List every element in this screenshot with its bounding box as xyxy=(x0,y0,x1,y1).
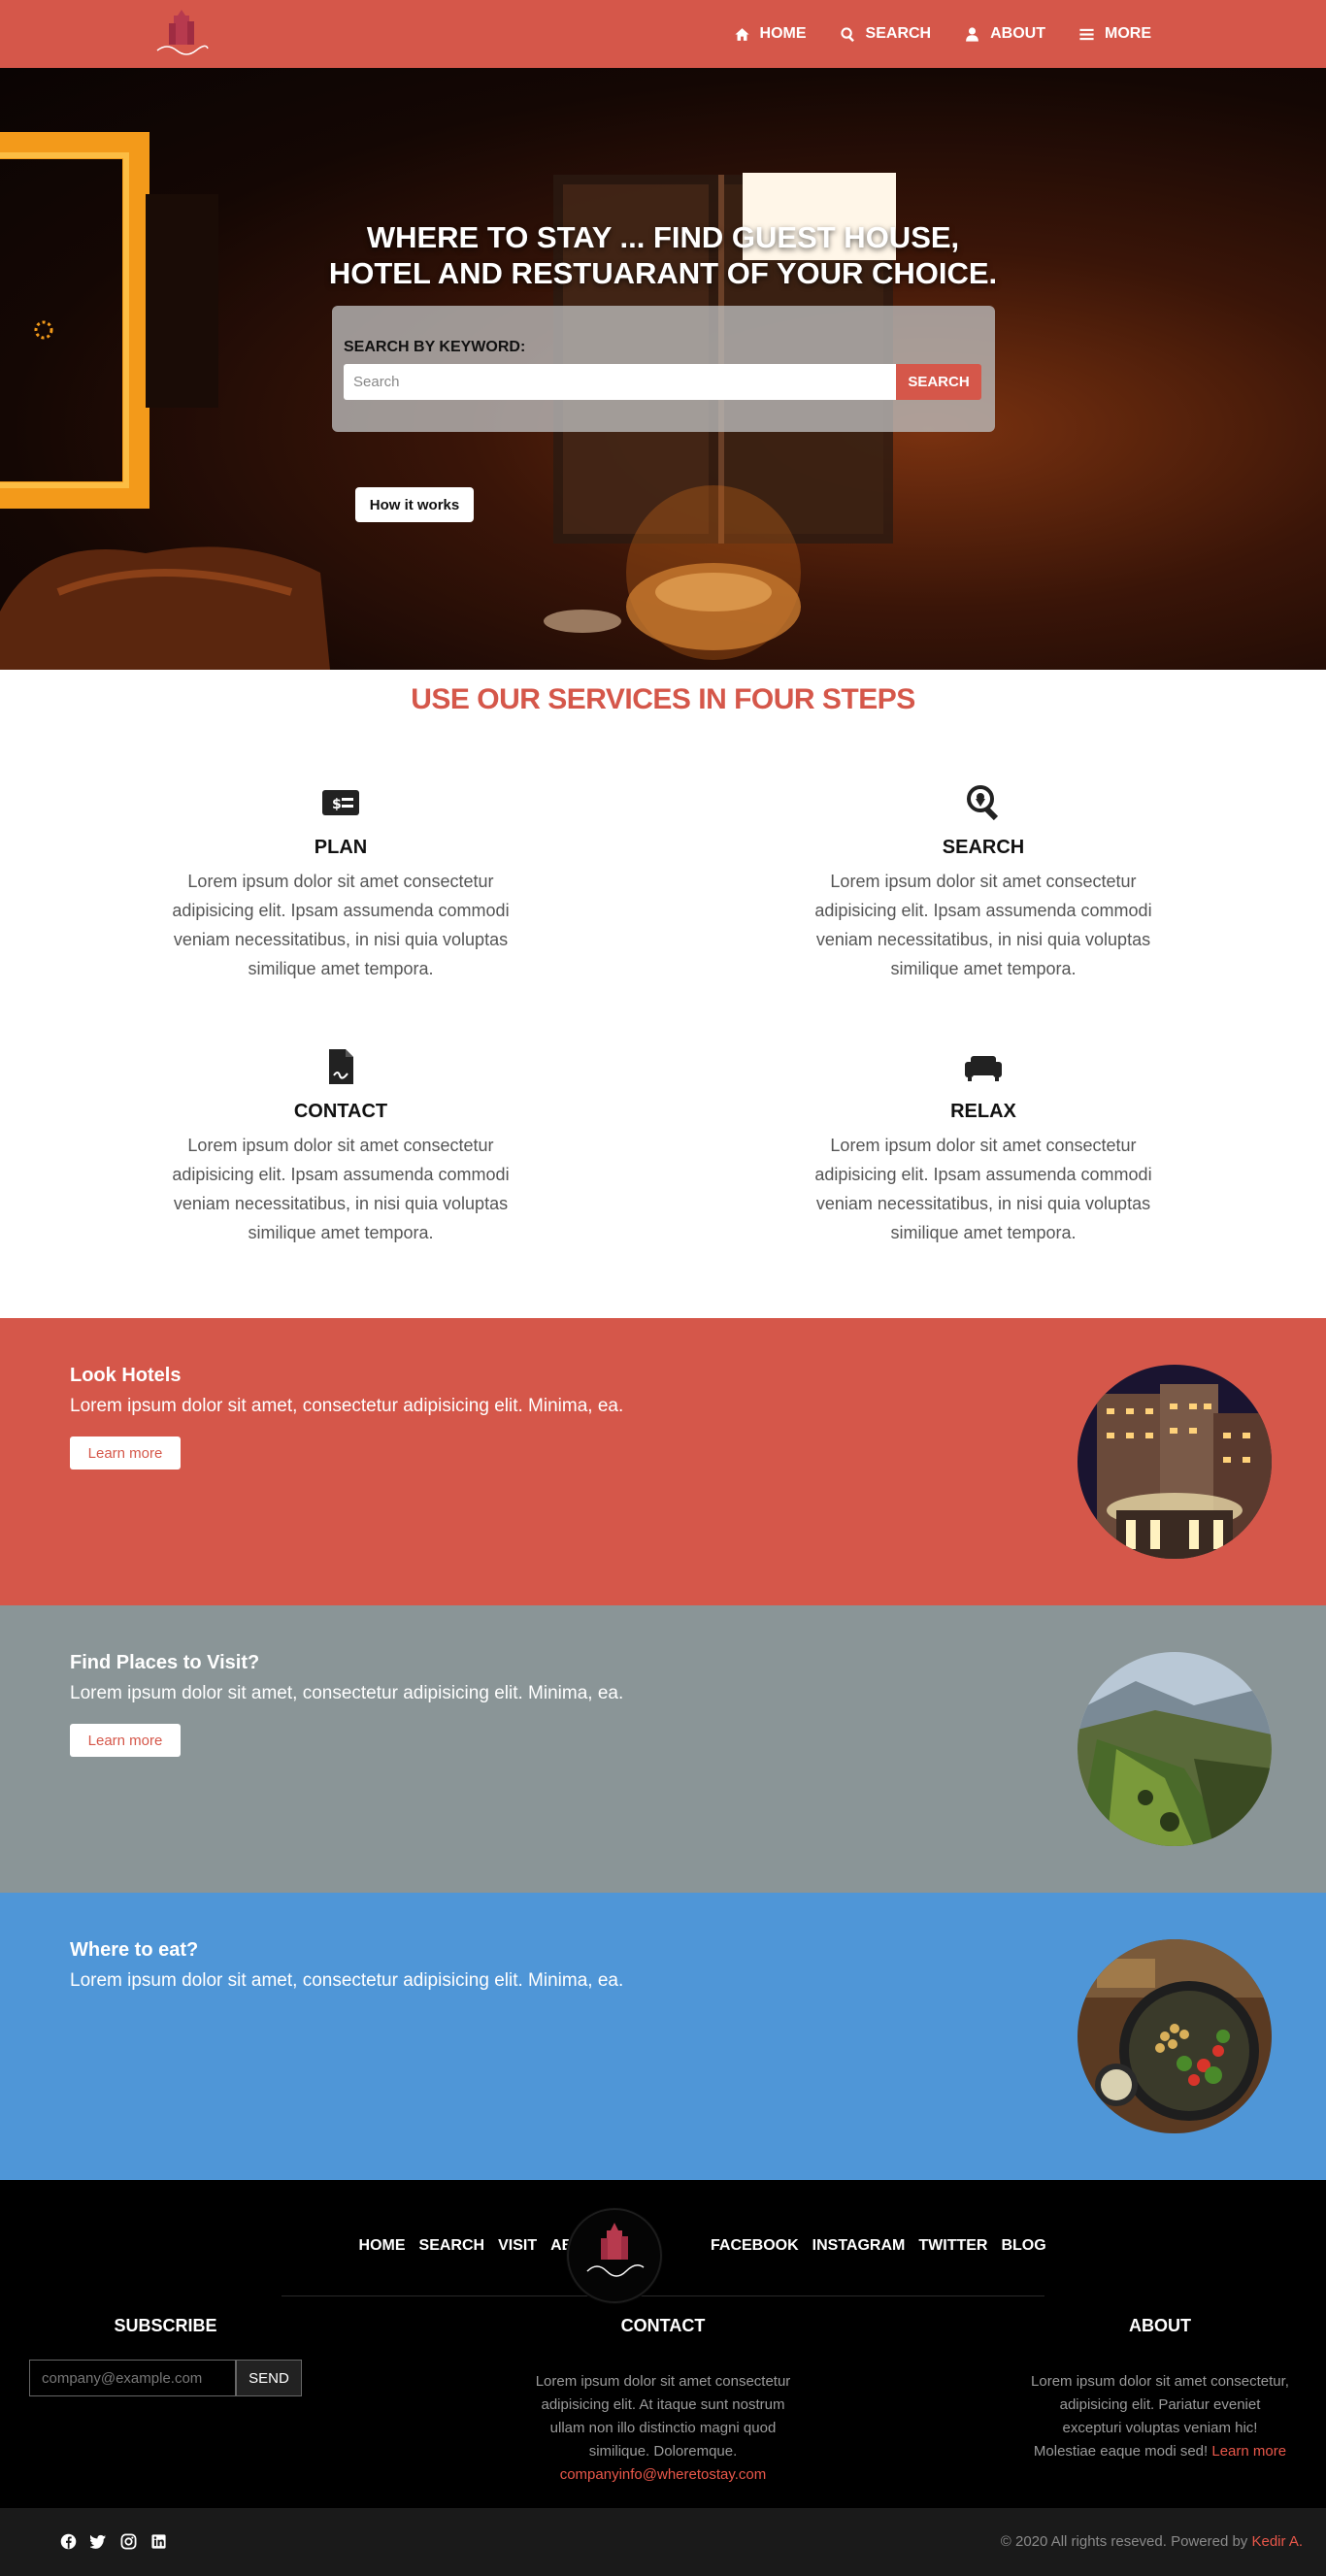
contact-line: adipisicing elit. At itaque sunt nostrum xyxy=(541,2396,785,2413)
about-line: excepturi voluptas veniam hic! xyxy=(1062,2420,1258,2436)
nav-more-label: MORE xyxy=(1105,25,1151,42)
about-line: adipisicing elit. Pariatur eveniet xyxy=(1059,2396,1261,2413)
social-icons xyxy=(60,2533,167,2550)
nav-more[interactable]: MORE xyxy=(1078,25,1151,43)
search-location-icon xyxy=(967,785,999,821)
subscribe-send-button[interactable]: SEND xyxy=(236,2360,302,2396)
footer-link-facebook[interactable]: FACEBOOK xyxy=(711,2237,799,2255)
subscribe-email-input[interactable] xyxy=(29,2360,236,2396)
eat-section: Where to eat? Lorem ipsum dolor sit amet… xyxy=(0,1893,1326,2180)
search-input[interactable] xyxy=(344,364,902,400)
hero-title: WHERE TO STAY ... FIND GUEST HOUSE, HOTE… xyxy=(0,219,1326,291)
hero-title-line1: WHERE TO STAY ... FIND GUEST HOUSE, xyxy=(366,220,960,254)
footer-brand-logo[interactable] xyxy=(566,2207,663,2304)
money-check-icon: $ xyxy=(322,790,359,815)
brand-logo[interactable] xyxy=(148,6,215,62)
couch-icon xyxy=(965,1056,1002,1081)
places-learn-more-button[interactable]: Learn more xyxy=(70,1724,181,1757)
about-text: Lorem ipsum dolor sit amet consectetur, … xyxy=(990,2370,1326,2463)
nav-search[interactable]: SEARCH xyxy=(840,25,932,43)
footer-nav: HOME SEARCH VISIT ABOUT FACEBOOK INSTAGR… xyxy=(282,2207,1046,2304)
step-contact-title: CONTACT xyxy=(293,1101,388,1122)
footer: HOME SEARCH VISIT ABOUT FACEBOOK INSTAGR… xyxy=(0,2180,1326,2508)
places-title: Find Places to Visit? xyxy=(70,1652,260,1673)
linkedin-icon[interactable] xyxy=(150,2533,167,2550)
step-search-title: SEARCH xyxy=(942,837,1025,858)
contact-line: Lorem ipsum dolor sit amet consectetur xyxy=(535,2373,791,2390)
contact-text: Lorem ipsum dolor sit amet consectetur a… xyxy=(488,2370,838,2487)
footer-link-visit[interactable]: VISIT xyxy=(498,2237,537,2255)
contact-email-link[interactable]: companyinfo@wheretostay.com xyxy=(560,2466,767,2483)
about-line: Lorem ipsum dolor sit amet consectetur, xyxy=(1031,2373,1289,2390)
nav-search-label: SEARCH xyxy=(865,25,932,42)
hotels-text: Lorem ipsum dolor sit amet, consectetur … xyxy=(70,1396,624,1416)
nav-about[interactable]: ABOUT xyxy=(964,25,1045,43)
footer-link-search[interactable]: SEARCH xyxy=(419,2237,485,2255)
step-plan-title: PLAN xyxy=(314,837,368,858)
step-relax-title: RELAX xyxy=(950,1101,1016,1122)
step-contact-text: Lorem ipsum dolor sit amet consectetur a… xyxy=(172,1136,510,1242)
facebook-icon[interactable] xyxy=(60,2533,77,2550)
step-plan: $ PLAN Lorem ipsum dolor sit amet consec… xyxy=(147,782,535,983)
about-learn-more-link[interactable]: Learn more xyxy=(1211,2443,1286,2460)
footer-link-twitter[interactable]: TWITTER xyxy=(918,2237,987,2255)
menu-icon xyxy=(1079,28,1094,40)
copyright-text: © 2020 All rights reseved. Powered by xyxy=(1000,2533,1248,2550)
author-link[interactable]: Kedir A. xyxy=(1251,2533,1303,2550)
copyright: © 2020 All rights reseved. Powered by Ke… xyxy=(1001,2533,1303,2550)
step-contact: CONTACT Lorem ipsum dolor sit amet conse… xyxy=(147,1046,535,1247)
food-image xyxy=(1077,1939,1272,2133)
top-navbar: HOME SEARCH ABOUT MORE xyxy=(0,0,1326,68)
subscribe-title: SUBSCRIBE xyxy=(114,2316,217,2335)
about-title: ABOUT xyxy=(1129,2316,1191,2335)
nav-home[interactable]: HOME xyxy=(734,25,807,43)
hotels-section: Look Hotels Lorem ipsum dolor sit amet, … xyxy=(0,1318,1326,1605)
hotels-title: Look Hotels xyxy=(70,1365,182,1386)
steps-title: USE OUR SERVICES IN FOUR STEPS xyxy=(411,683,915,715)
step-relax-text: Lorem ipsum dolor sit amet consectetur a… xyxy=(814,1136,1152,1242)
user-icon xyxy=(966,26,978,42)
places-image xyxy=(1077,1652,1272,1846)
hotels-learn-more-button[interactable]: Learn more xyxy=(70,1437,181,1470)
step-relax: RELAX Lorem ipsum dolor sit amet consect… xyxy=(789,1046,1177,1247)
hotel-image xyxy=(1077,1365,1272,1559)
places-text: Lorem ipsum dolor sit amet, consectetur … xyxy=(70,1683,624,1703)
footer-link-blog[interactable]: BLOG xyxy=(1001,2237,1045,2255)
hero-title-line2: HOTEL AND RESTUARANT OF YOUR CHOICE. xyxy=(328,256,998,290)
about-line: Molestiae eaque modi sed! xyxy=(1033,2443,1209,2460)
step-plan-text: Lorem ipsum dolor sit amet consectetur a… xyxy=(172,872,510,978)
search-button[interactable]: SEARCH xyxy=(896,364,981,400)
instagram-icon[interactable] xyxy=(120,2533,137,2550)
file-signature-icon xyxy=(329,1049,353,1084)
svg-text:$: $ xyxy=(332,797,342,812)
contact-title: CONTACT xyxy=(620,2316,706,2335)
step-search-text: Lorem ipsum dolor sit amet consectetur a… xyxy=(814,872,1152,978)
nav-about-label: ABOUT xyxy=(990,25,1045,42)
twitter-icon[interactable] xyxy=(90,2533,107,2550)
search-icon xyxy=(840,26,854,42)
eat-text: Lorem ipsum dolor sit amet, consectetur … xyxy=(70,1970,624,1991)
search-panel: SEARCH BY KEYWORD: SEARCH xyxy=(332,306,995,432)
places-section: Find Places to Visit? Lorem ipsum dolor … xyxy=(0,1605,1326,1893)
hero-section: WHERE TO STAY ... FIND GUEST HOUSE, HOTE… xyxy=(0,68,1326,670)
contact-line: similique. Doloremque. xyxy=(588,2443,738,2460)
eat-title: Where to eat? xyxy=(70,1939,199,1961)
home-icon xyxy=(734,27,749,41)
bottom-bar: © 2020 All rights reseved. Powered by Ke… xyxy=(0,2508,1326,2576)
step-search: SEARCH Lorem ipsum dolor sit amet consec… xyxy=(789,782,1177,983)
how-it-works-button[interactable]: How it works xyxy=(355,487,474,522)
contact-line: ullam non illo distinctio magni quod xyxy=(549,2420,777,2436)
footer-link-home[interactable]: HOME xyxy=(359,2237,406,2255)
nav-home-label: HOME xyxy=(759,25,807,42)
footer-link-instagram[interactable]: INSTAGRAM xyxy=(812,2237,906,2255)
search-label: SEARCH BY KEYWORD: xyxy=(344,339,526,355)
